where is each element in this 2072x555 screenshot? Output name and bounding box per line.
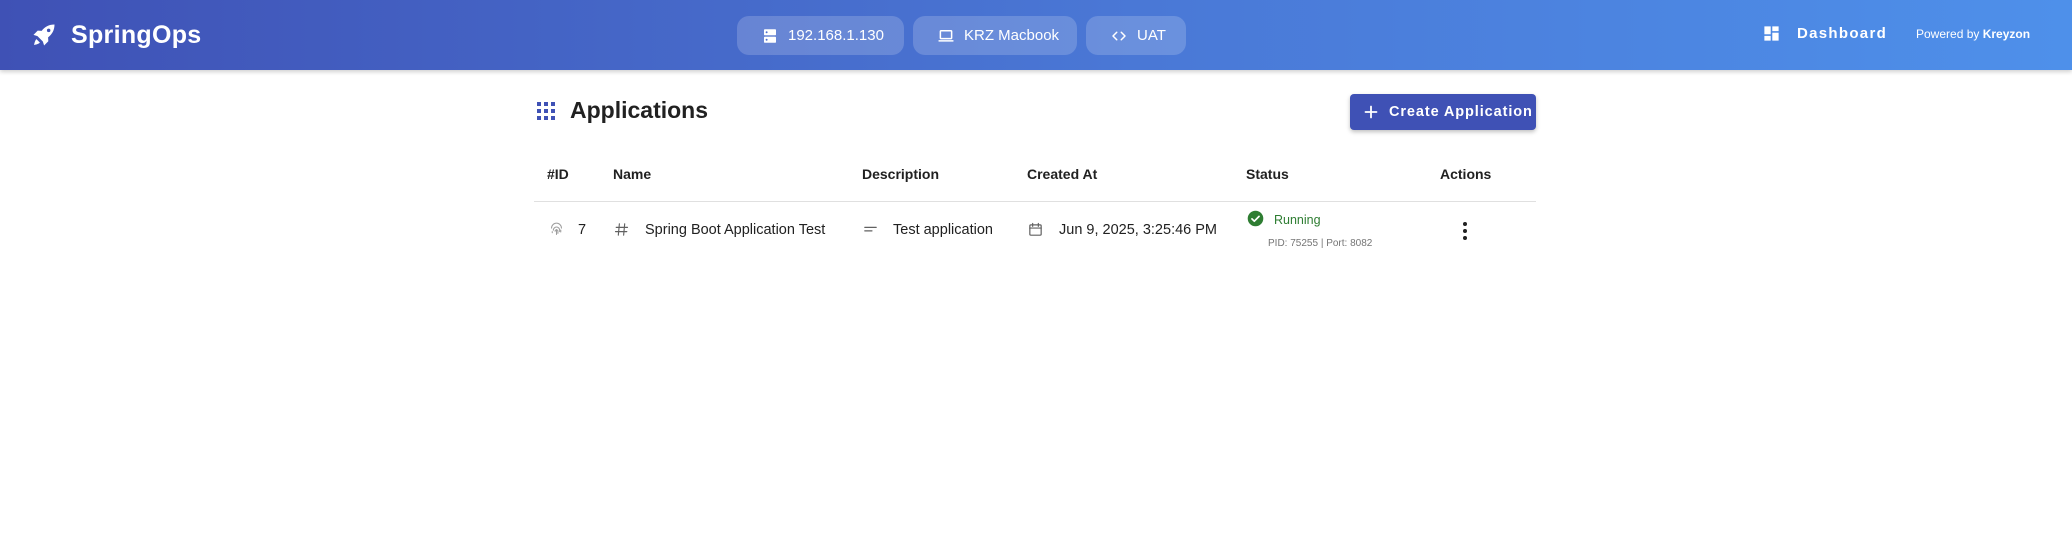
powered-by: Powered by Kreyzon [1916, 27, 2030, 41]
brand[interactable]: SpringOps [30, 18, 201, 52]
check-circle-icon [1247, 210, 1264, 227]
dashboard-icon [1764, 26, 1779, 41]
plus-icon [1364, 105, 1378, 119]
machine-chip[interactable]: KRZ Macbook [913, 16, 1077, 55]
status-badge: Running [1274, 213, 1321, 227]
environment-chip-label: UAT [1137, 27, 1166, 44]
column-header-description: Description [862, 166, 940, 182]
short-text-icon [864, 226, 877, 232]
powered-by-prefix: Powered by [1916, 27, 1980, 41]
application-description: Test application [893, 221, 993, 238]
powered-by-brand: Kreyzon [1982, 27, 2031, 41]
row-actions-menu-button[interactable] [1454, 218, 1476, 244]
hash-icon [614, 223, 629, 236]
more-vertical-icon [1463, 222, 1467, 240]
calendar-icon [1029, 222, 1042, 236]
status-process-info: PID: 75255 | Port: 8082 [1268, 238, 1373, 249]
environment-chip[interactable]: UAT [1086, 16, 1186, 55]
page-title: Applications [570, 97, 709, 123]
created-at-value: Jun 9, 2025, 3:25:46 PM [1059, 221, 1217, 238]
column-header-name: Name [613, 166, 652, 182]
laptop-icon [938, 29, 954, 42]
created-at-cell: Jun 9, 2025, 3:25:46 PM [1027, 221, 1217, 238]
table-header-divider [534, 201, 1536, 202]
dashboard-label: Dashboard [1797, 25, 1888, 42]
host-chip-label: 192.168.1.130 [788, 27, 884, 44]
name-cell: Spring Boot Application Test [613, 221, 825, 238]
server-icon [764, 28, 776, 43]
column-header-id: #ID [547, 166, 569, 182]
application-id: 7 [578, 221, 587, 238]
host-chip[interactable]: 192.168.1.130 [737, 16, 904, 55]
column-header-status: Status [1246, 166, 1289, 182]
app-title: SpringOps [71, 20, 202, 49]
column-header-actions: Actions [1440, 166, 1492, 182]
environment-chips: 192.168.1.130 KRZ Macbook UAT [737, 16, 1195, 55]
id-cell: 7 [548, 221, 586, 238]
code-icon [1112, 31, 1126, 40]
fingerprint-icon [551, 222, 562, 235]
dashboard-link[interactable]: Dashboard [1762, 24, 1887, 43]
app-header: SpringOps 192.168.1.130 KRZ Macbook UAT [0, 0, 2072, 70]
machine-chip-label: KRZ Macbook [964, 27, 1060, 44]
application-name: Spring Boot Application Test [645, 221, 826, 238]
create-application-button[interactable]: Create Application [1350, 94, 1536, 130]
column-header-created-at: Created At [1027, 166, 1098, 182]
create-application-label: Create Application [1389, 104, 1533, 120]
description-cell: Test application [862, 221, 993, 238]
rocket-icon [33, 24, 55, 46]
apps-grid-icon [537, 102, 555, 120]
